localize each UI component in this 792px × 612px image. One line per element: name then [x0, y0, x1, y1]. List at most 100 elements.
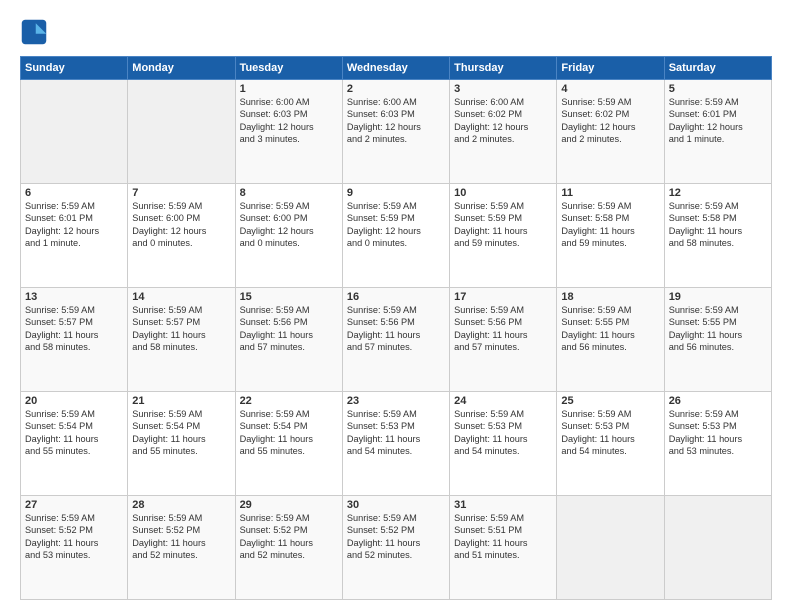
calendar-cell: 16Sunrise: 5:59 AM Sunset: 5:56 PM Dayli… [342, 288, 449, 392]
day-number: 3 [454, 83, 552, 95]
logo [20, 18, 52, 46]
calendar-cell: 31Sunrise: 5:59 AM Sunset: 5:51 PM Dayli… [450, 496, 557, 600]
day-info: Sunrise: 5:59 AM Sunset: 5:54 PM Dayligh… [25, 408, 123, 458]
calendar-header-monday: Monday [128, 57, 235, 80]
calendar-cell: 28Sunrise: 5:59 AM Sunset: 5:52 PM Dayli… [128, 496, 235, 600]
calendar-header-thursday: Thursday [450, 57, 557, 80]
day-info: Sunrise: 5:59 AM Sunset: 5:57 PM Dayligh… [132, 304, 230, 354]
day-info: Sunrise: 5:59 AM Sunset: 5:51 PM Dayligh… [454, 512, 552, 562]
day-number: 4 [561, 83, 659, 95]
calendar-cell: 1Sunrise: 6:00 AM Sunset: 6:03 PM Daylig… [235, 80, 342, 184]
calendar-header-friday: Friday [557, 57, 664, 80]
day-info: Sunrise: 5:59 AM Sunset: 6:01 PM Dayligh… [25, 200, 123, 250]
calendar-cell: 21Sunrise: 5:59 AM Sunset: 5:54 PM Dayli… [128, 392, 235, 496]
calendar-cell [664, 496, 771, 600]
calendar-cell: 4Sunrise: 5:59 AM Sunset: 6:02 PM Daylig… [557, 80, 664, 184]
calendar-cell: 6Sunrise: 5:59 AM Sunset: 6:01 PM Daylig… [21, 184, 128, 288]
calendar-header-tuesday: Tuesday [235, 57, 342, 80]
day-number: 6 [25, 187, 123, 199]
day-number: 19 [669, 291, 767, 303]
day-info: Sunrise: 6:00 AM Sunset: 6:02 PM Dayligh… [454, 96, 552, 146]
day-number: 25 [561, 395, 659, 407]
day-number: 10 [454, 187, 552, 199]
calendar-cell: 29Sunrise: 5:59 AM Sunset: 5:52 PM Dayli… [235, 496, 342, 600]
calendar-cell [21, 80, 128, 184]
day-info: Sunrise: 5:59 AM Sunset: 5:52 PM Dayligh… [25, 512, 123, 562]
day-number: 20 [25, 395, 123, 407]
page: SundayMondayTuesdayWednesdayThursdayFrid… [0, 0, 792, 612]
logo-icon [20, 18, 48, 46]
day-info: Sunrise: 5:59 AM Sunset: 5:55 PM Dayligh… [669, 304, 767, 354]
calendar-week-3: 13Sunrise: 5:59 AM Sunset: 5:57 PM Dayli… [21, 288, 772, 392]
day-info: Sunrise: 5:59 AM Sunset: 5:56 PM Dayligh… [240, 304, 338, 354]
day-info: Sunrise: 5:59 AM Sunset: 5:58 PM Dayligh… [561, 200, 659, 250]
day-number: 15 [240, 291, 338, 303]
calendar-cell: 20Sunrise: 5:59 AM Sunset: 5:54 PM Dayli… [21, 392, 128, 496]
calendar-header-sunday: Sunday [21, 57, 128, 80]
calendar-header-saturday: Saturday [664, 57, 771, 80]
calendar-cell: 30Sunrise: 5:59 AM Sunset: 5:52 PM Dayli… [342, 496, 449, 600]
day-number: 2 [347, 83, 445, 95]
calendar-cell: 15Sunrise: 5:59 AM Sunset: 5:56 PM Dayli… [235, 288, 342, 392]
day-info: Sunrise: 5:59 AM Sunset: 5:55 PM Dayligh… [561, 304, 659, 354]
day-info: Sunrise: 5:59 AM Sunset: 5:52 PM Dayligh… [347, 512, 445, 562]
day-number: 16 [347, 291, 445, 303]
day-info: Sunrise: 5:59 AM Sunset: 5:54 PM Dayligh… [132, 408, 230, 458]
calendar-cell: 7Sunrise: 5:59 AM Sunset: 6:00 PM Daylig… [128, 184, 235, 288]
calendar-cell: 12Sunrise: 5:59 AM Sunset: 5:58 PM Dayli… [664, 184, 771, 288]
calendar-cell: 9Sunrise: 5:59 AM Sunset: 5:59 PM Daylig… [342, 184, 449, 288]
calendar-cell: 3Sunrise: 6:00 AM Sunset: 6:02 PM Daylig… [450, 80, 557, 184]
calendar-cell: 8Sunrise: 5:59 AM Sunset: 6:00 PM Daylig… [235, 184, 342, 288]
day-info: Sunrise: 5:59 AM Sunset: 5:56 PM Dayligh… [347, 304, 445, 354]
calendar-cell: 18Sunrise: 5:59 AM Sunset: 5:55 PM Dayli… [557, 288, 664, 392]
day-number: 7 [132, 187, 230, 199]
calendar-week-5: 27Sunrise: 5:59 AM Sunset: 5:52 PM Dayli… [21, 496, 772, 600]
calendar-cell: 24Sunrise: 5:59 AM Sunset: 5:53 PM Dayli… [450, 392, 557, 496]
calendar-cell: 2Sunrise: 6:00 AM Sunset: 6:03 PM Daylig… [342, 80, 449, 184]
day-number: 9 [347, 187, 445, 199]
calendar-cell: 17Sunrise: 5:59 AM Sunset: 5:56 PM Dayli… [450, 288, 557, 392]
day-info: Sunrise: 5:59 AM Sunset: 5:54 PM Dayligh… [240, 408, 338, 458]
day-info: Sunrise: 6:00 AM Sunset: 6:03 PM Dayligh… [347, 96, 445, 146]
day-number: 26 [669, 395, 767, 407]
calendar-cell: 25Sunrise: 5:59 AM Sunset: 5:53 PM Dayli… [557, 392, 664, 496]
day-info: Sunrise: 5:59 AM Sunset: 5:52 PM Dayligh… [240, 512, 338, 562]
day-number: 31 [454, 499, 552, 511]
day-number: 23 [347, 395, 445, 407]
day-info: Sunrise: 5:59 AM Sunset: 5:59 PM Dayligh… [454, 200, 552, 250]
day-number: 18 [561, 291, 659, 303]
day-number: 13 [25, 291, 123, 303]
day-info: Sunrise: 6:00 AM Sunset: 6:03 PM Dayligh… [240, 96, 338, 146]
calendar-week-1: 1Sunrise: 6:00 AM Sunset: 6:03 PM Daylig… [21, 80, 772, 184]
calendar-cell: 5Sunrise: 5:59 AM Sunset: 6:01 PM Daylig… [664, 80, 771, 184]
day-info: Sunrise: 5:59 AM Sunset: 5:58 PM Dayligh… [669, 200, 767, 250]
calendar-cell: 14Sunrise: 5:59 AM Sunset: 5:57 PM Dayli… [128, 288, 235, 392]
header [20, 18, 772, 46]
calendar-cell: 23Sunrise: 5:59 AM Sunset: 5:53 PM Dayli… [342, 392, 449, 496]
day-info: Sunrise: 5:59 AM Sunset: 6:02 PM Dayligh… [561, 96, 659, 146]
day-number: 8 [240, 187, 338, 199]
calendar-week-2: 6Sunrise: 5:59 AM Sunset: 6:01 PM Daylig… [21, 184, 772, 288]
day-info: Sunrise: 5:59 AM Sunset: 6:01 PM Dayligh… [669, 96, 767, 146]
calendar-cell: 10Sunrise: 5:59 AM Sunset: 5:59 PM Dayli… [450, 184, 557, 288]
day-number: 22 [240, 395, 338, 407]
day-number: 1 [240, 83, 338, 95]
calendar-header-wednesday: Wednesday [342, 57, 449, 80]
calendar-cell: 22Sunrise: 5:59 AM Sunset: 5:54 PM Dayli… [235, 392, 342, 496]
day-info: Sunrise: 5:59 AM Sunset: 5:53 PM Dayligh… [454, 408, 552, 458]
day-info: Sunrise: 5:59 AM Sunset: 5:57 PM Dayligh… [25, 304, 123, 354]
day-number: 27 [25, 499, 123, 511]
day-number: 5 [669, 83, 767, 95]
calendar-cell: 27Sunrise: 5:59 AM Sunset: 5:52 PM Dayli… [21, 496, 128, 600]
calendar-cell [128, 80, 235, 184]
day-number: 30 [347, 499, 445, 511]
day-number: 29 [240, 499, 338, 511]
day-info: Sunrise: 5:59 AM Sunset: 6:00 PM Dayligh… [240, 200, 338, 250]
day-number: 14 [132, 291, 230, 303]
calendar-cell: 19Sunrise: 5:59 AM Sunset: 5:55 PM Dayli… [664, 288, 771, 392]
day-info: Sunrise: 5:59 AM Sunset: 5:52 PM Dayligh… [132, 512, 230, 562]
day-info: Sunrise: 5:59 AM Sunset: 6:00 PM Dayligh… [132, 200, 230, 250]
day-number: 11 [561, 187, 659, 199]
day-number: 24 [454, 395, 552, 407]
day-info: Sunrise: 5:59 AM Sunset: 5:53 PM Dayligh… [347, 408, 445, 458]
